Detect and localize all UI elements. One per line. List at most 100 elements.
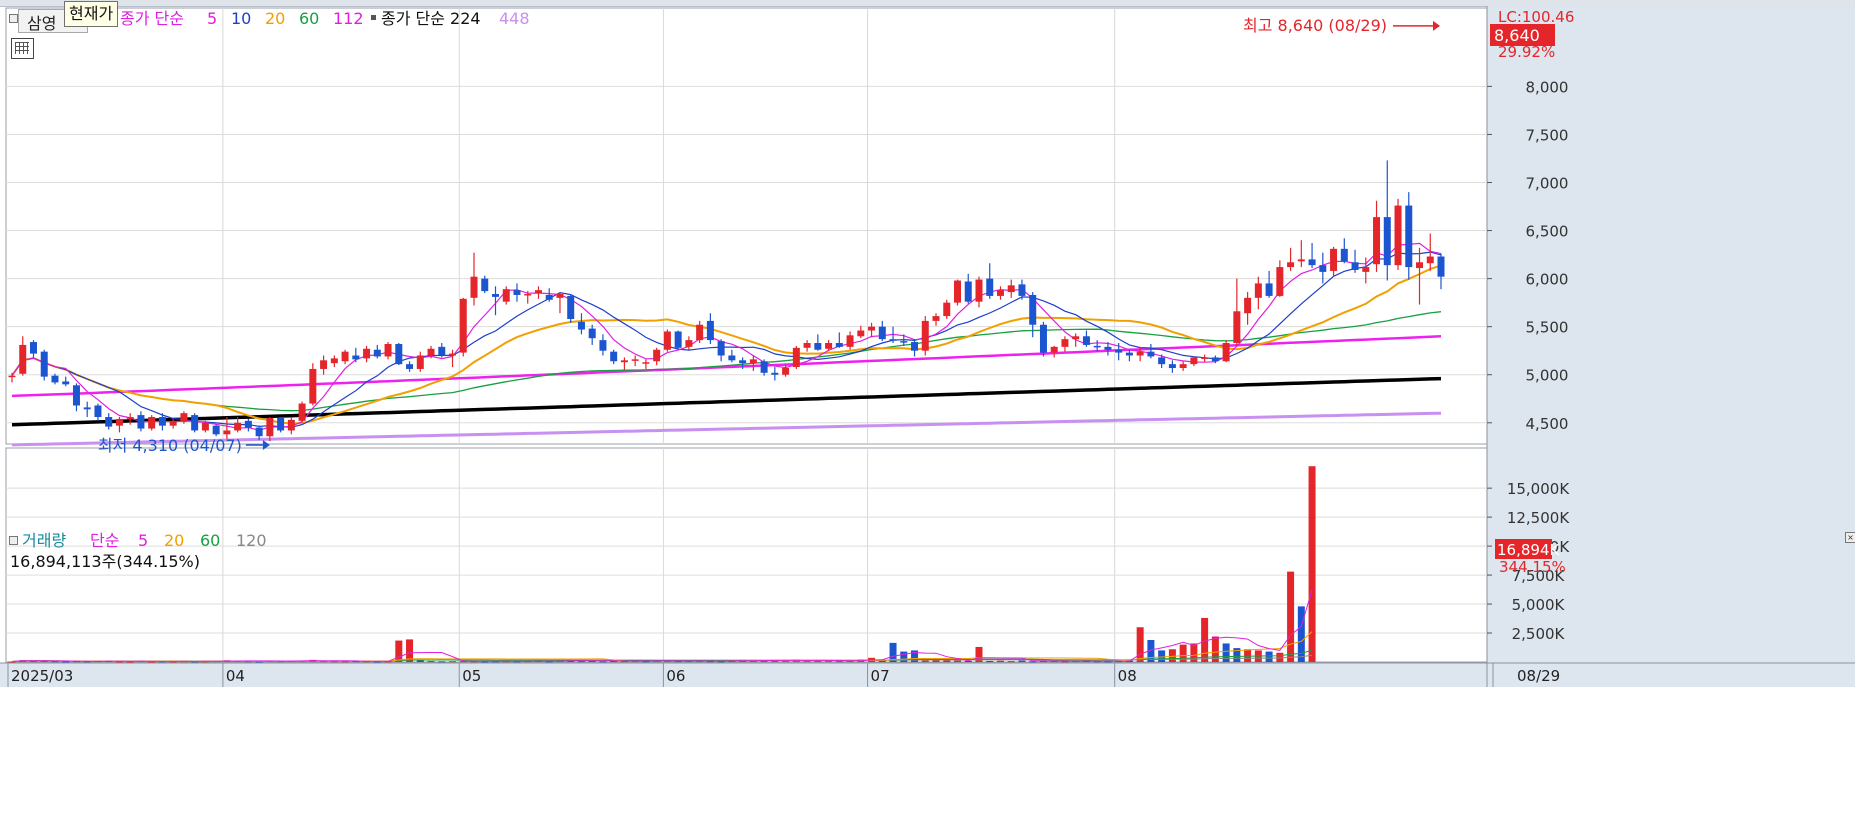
volume-bar[interactable] — [932, 660, 940, 662]
volume-bar[interactable] — [427, 660, 435, 662]
volume-bar[interactable] — [416, 660, 424, 662]
candle-body[interactable] — [545, 294, 553, 300]
candle-body[interactable] — [996, 290, 1004, 296]
candle-body[interactable] — [1362, 267, 1370, 272]
candle-body[interactable] — [653, 349, 661, 362]
volume-bar[interactable] — [599, 661, 607, 663]
candle-body[interactable] — [223, 430, 231, 435]
candle-body[interactable] — [320, 360, 328, 369]
candle-body[interactable] — [40, 351, 48, 377]
candle-body[interactable] — [416, 355, 424, 369]
candle-body[interactable] — [1158, 357, 1166, 365]
date-x-axis[interactable] — [0, 663, 1855, 687]
candle-body[interactable] — [728, 355, 736, 361]
candle-body[interactable] — [932, 316, 940, 321]
candle-body[interactable] — [900, 341, 908, 343]
candle-body[interactable] — [1190, 357, 1198, 365]
candle-body[interactable] — [567, 295, 575, 319]
candle-body[interactable] — [277, 417, 285, 431]
candle-body[interactable] — [201, 422, 209, 431]
candle-body[interactable] — [706, 320, 714, 341]
candle-body[interactable] — [287, 419, 295, 431]
candle-body[interactable] — [481, 278, 489, 292]
candle-body[interactable] — [835, 343, 843, 347]
volume-bar[interactable] — [449, 661, 457, 663]
volume-panel-collapse-icon[interactable] — [9, 536, 18, 545]
candle-body[interactable] — [341, 351, 349, 362]
candle-body[interactable] — [1082, 336, 1090, 345]
candle-body[interactable] — [1168, 364, 1176, 368]
candle-body[interactable] — [148, 417, 156, 429]
candle-body[interactable] — [577, 321, 585, 330]
candle-body[interactable] — [717, 341, 725, 356]
candle-body[interactable] — [191, 415, 199, 431]
volume-bar[interactable] — [395, 640, 403, 662]
candle-body[interactable] — [513, 290, 521, 295]
volume-bar[interactable] — [1136, 627, 1144, 662]
candle-body[interactable] — [502, 289, 510, 302]
candle-body[interactable] — [19, 344, 27, 374]
candle-body[interactable] — [1093, 345, 1101, 348]
candle-body[interactable] — [1351, 262, 1359, 270]
candle-body[interactable] — [352, 355, 360, 360]
candle-body[interactable] — [51, 375, 59, 383]
candle-body[interactable] — [1416, 262, 1424, 269]
candle-body[interactable] — [814, 343, 822, 350]
volume-bar[interactable] — [996, 660, 1004, 662]
candle-body[interactable] — [868, 326, 876, 331]
candle-body[interactable] — [1437, 256, 1445, 277]
candle-body[interactable] — [1426, 256, 1434, 264]
volume-bar[interactable] — [1287, 571, 1295, 662]
candle-body[interactable] — [8, 375, 16, 378]
candle-body[interactable] — [663, 331, 671, 350]
candle-body[interactable] — [330, 358, 338, 364]
volume-bar[interactable] — [835, 661, 843, 663]
candle-body[interactable] — [1383, 217, 1391, 266]
candle-body[interactable] — [105, 417, 113, 427]
candle-body[interactable] — [921, 320, 929, 351]
candle-body[interactable] — [255, 427, 263, 437]
candle-body[interactable] — [363, 348, 371, 359]
candle-body[interactable] — [534, 290, 542, 294]
candle-body[interactable] — [438, 346, 446, 356]
candle-body[interactable] — [309, 368, 317, 404]
candle-body[interactable] — [459, 298, 467, 353]
candle-body[interactable] — [94, 405, 102, 418]
candle-body[interactable] — [1265, 283, 1273, 296]
candle-body[interactable] — [739, 360, 747, 364]
volume-bar[interactable] — [921, 660, 929, 662]
volume-bar[interactable] — [943, 660, 951, 662]
volume-bar[interactable] — [1168, 649, 1176, 662]
candle-body[interactable] — [126, 417, 134, 419]
candle-body[interactable] — [986, 278, 994, 296]
candle-body[interactable] — [524, 293, 532, 296]
candle-body[interactable] — [158, 417, 166, 426]
candle-body[interactable] — [954, 280, 962, 303]
candle-body[interactable] — [696, 324, 704, 341]
candle-body[interactable] — [825, 343, 833, 349]
volume-bar[interactable] — [954, 660, 962, 662]
candle-body[interactable] — [1405, 205, 1413, 268]
candle-body[interactable] — [771, 372, 779, 375]
volume-bar[interactable] — [1222, 643, 1230, 662]
candle-body[interactable] — [610, 351, 618, 362]
candle-body[interactable] — [1276, 267, 1284, 296]
candle-body[interactable] — [298, 403, 306, 421]
candle-body[interactable] — [1050, 346, 1058, 353]
price-panel[interactable] — [5, 7, 1488, 445]
candle-body[interactable] — [857, 330, 865, 337]
candle-body[interactable] — [83, 407, 91, 410]
candle-body[interactable] — [234, 422, 242, 431]
candle-body[interactable] — [1319, 265, 1327, 272]
candle-body[interactable] — [685, 340, 693, 347]
volume-bar[interactable] — [1007, 661, 1015, 663]
volume-panel-close-icon[interactable]: × — [1845, 532, 1855, 543]
candle-body[interactable] — [878, 326, 886, 340]
candle-body[interactable] — [803, 343, 811, 348]
candle-body[interactable] — [1018, 284, 1026, 296]
candle-body[interactable] — [1297, 259, 1305, 262]
candle-body[interactable] — [395, 343, 403, 365]
candle-body[interactable] — [1147, 351, 1155, 357]
candle-body[interactable] — [1029, 294, 1037, 325]
candle-body[interactable] — [1308, 259, 1316, 266]
